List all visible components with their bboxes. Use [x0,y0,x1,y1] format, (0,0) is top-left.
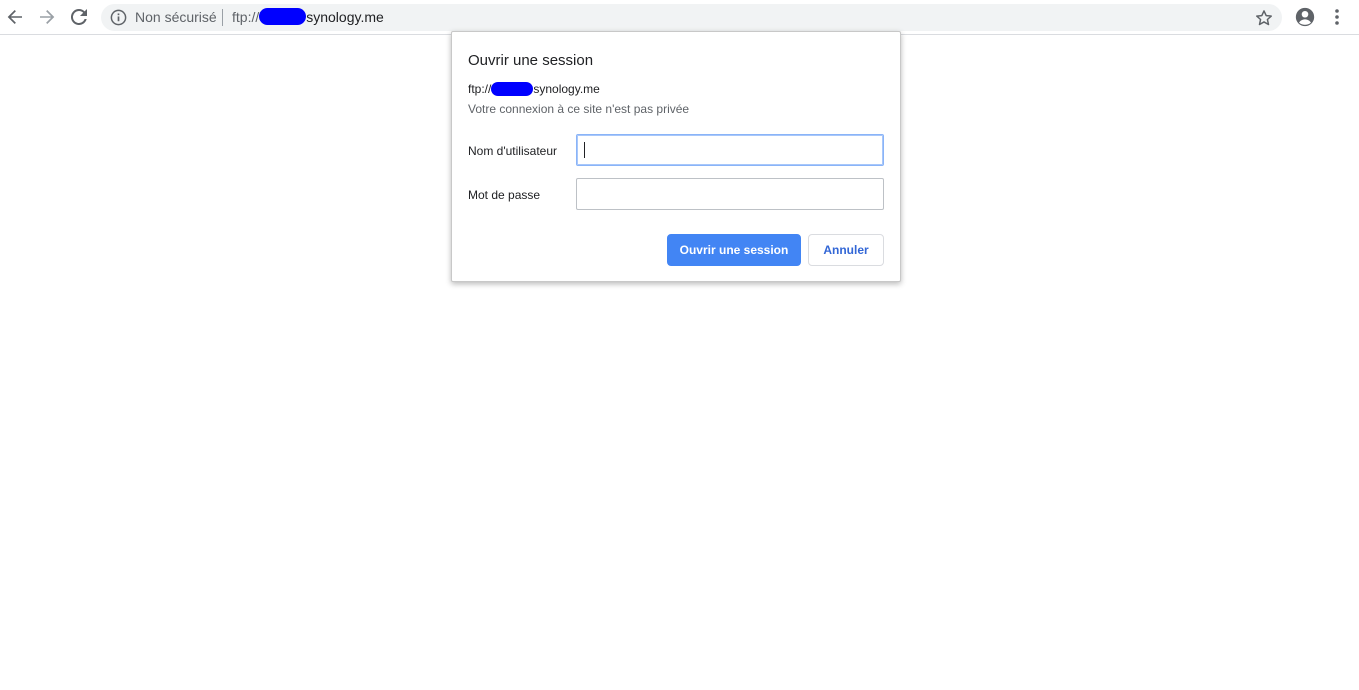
browser-toolbar: Non sécurisé ftp:// synology.me [0,0,1359,35]
username-input[interactable] [576,134,884,166]
info-circle-icon[interactable] [110,9,127,26]
password-label: Mot de passe [468,188,541,202]
omnibox-divider [222,9,223,26]
password-input[interactable] [576,178,884,210]
username-label: Nom d'utilisateur [468,144,557,158]
text-caret [584,142,585,158]
star-outline-icon[interactable] [1254,8,1274,28]
url-text[interactable]: ftp:// synology.me [232,8,384,26]
sign-in-button[interactable]: Ouvrir une session [667,234,801,266]
sign-in-dialog: Ouvrir une session ftp:// synology.me Vot… [451,31,901,282]
origin-suffix: synology.me [533,82,600,96]
reload-icon [71,9,87,25]
back-button[interactable] [1,3,29,31]
account-circle-icon[interactable] [1294,6,1316,28]
security-status-label[interactable]: Non sécurisé [135,10,217,25]
kebab-menu-icon[interactable] [1328,6,1346,28]
privacy-warning: Votre connexion à ce site n'est pas priv… [468,102,690,116]
arrow-right-icon [40,10,55,24]
redaction-mark [259,8,307,26]
forward-button[interactable] [33,3,61,31]
reload-button[interactable] [65,3,93,31]
cancel-button[interactable]: Annuler [808,234,884,266]
redaction-mark [491,81,534,96]
omnibox[interactable]: Non sécurisé ftp:// synology.me [101,4,1282,31]
dialog-origin: ftp:// synology.me [468,81,600,96]
arrow-left-icon [7,10,22,24]
url-host-suffix: synology.me [306,9,384,25]
url-scheme: ftp:// [232,9,260,25]
origin-scheme: ftp:// [468,82,492,96]
dialog-title: Ouvrir une session [468,52,594,69]
